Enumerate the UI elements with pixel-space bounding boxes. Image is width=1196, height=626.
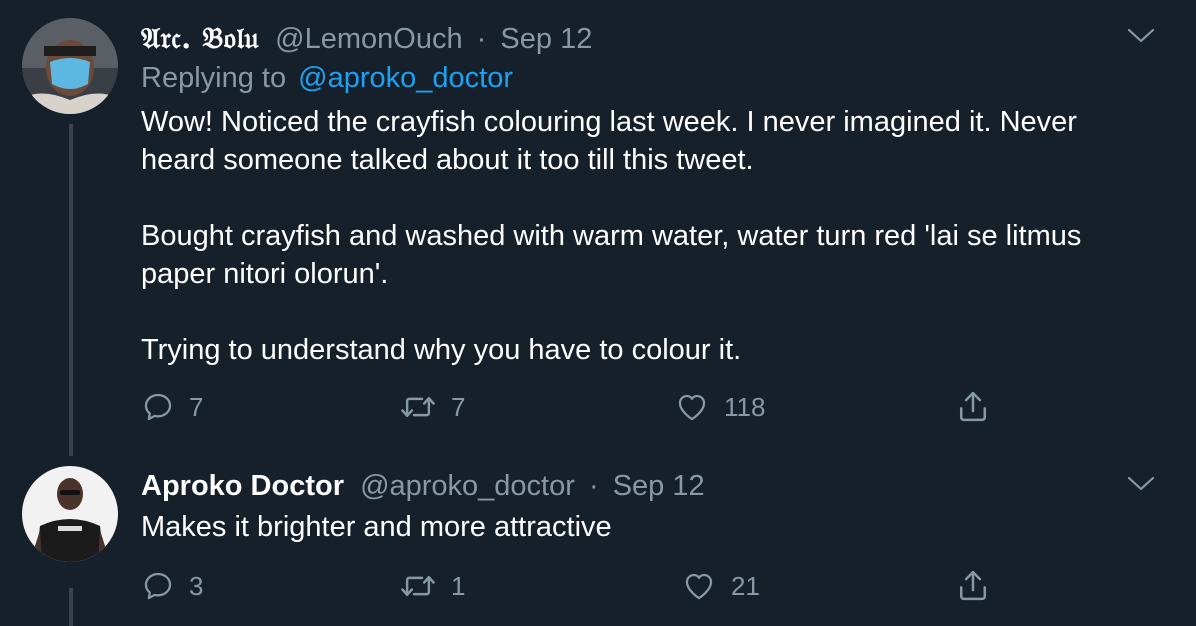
share-icon <box>959 391 987 422</box>
reply-button[interactable]: 7 <box>141 385 203 429</box>
tweet-date[interactable]: Sep 12 <box>613 470 705 502</box>
tweet-lemonouch[interactable]: 𝔄𝔯𝔠. 𝔅𝔬𝔩𝔲 @LemonOuch · Sep 12 Replying t… <box>0 0 1196 460</box>
like-count: 21 <box>731 570 760 601</box>
tweet-header: 𝔄𝔯𝔠. 𝔅𝔬𝔩𝔲 @LemonOuch · Sep 12 <box>141 20 592 57</box>
tweet-header: Aproko Doctor @aproko_doctor · Sep 12 <box>141 468 705 504</box>
reply-icon <box>144 572 172 600</box>
avatar[interactable] <box>22 466 118 562</box>
chevron-down-icon[interactable] <box>1126 474 1156 494</box>
user-handle[interactable]: @LemonOuch <box>275 23 462 55</box>
heart-icon <box>678 394 706 421</box>
like-button[interactable]: 21 <box>681 564 760 608</box>
mention-link[interactable]: @aproko_doctor <box>298 62 513 94</box>
tweet-text-line: Wow! Noticed the crayfish colouring last… <box>141 106 1077 138</box>
tweet-text-line: Trying to understand why you have to col… <box>141 334 742 366</box>
thread-line <box>69 588 73 626</box>
tweet-text-line <box>141 293 1161 331</box>
retweet-count: 1 <box>451 570 466 601</box>
separator: · <box>588 470 599 502</box>
retweet-icon <box>401 575 435 597</box>
separator: · <box>476 23 487 55</box>
action-bar: 7 7 118 <box>141 385 1001 429</box>
tweet-text-line <box>141 179 1161 217</box>
action-bar: 3 1 21 <box>141 564 1001 608</box>
display-name[interactable]: 𝔄𝔯𝔠. 𝔅𝔬𝔩𝔲 <box>141 21 259 55</box>
retweet-button[interactable]: 7 <box>399 385 465 429</box>
thread-line <box>69 124 73 456</box>
heart-icon <box>685 573 713 600</box>
tweet-text-line: Makes it brighter and more attractive <box>141 511 612 543</box>
retweet-icon <box>401 396 435 418</box>
share-button[interactable] <box>956 385 990 429</box>
reply-button[interactable]: 3 <box>141 564 203 608</box>
user-handle[interactable]: @aproko_doctor <box>360 470 575 502</box>
reply-count: 3 <box>189 570 204 601</box>
tweet-text-line: Bought crayfish and washed with warm wat… <box>141 220 1082 252</box>
reply-icon <box>144 393 172 421</box>
reply-count: 7 <box>189 391 204 422</box>
retweet-count: 7 <box>451 391 466 422</box>
like-count: 118 <box>724 391 766 422</box>
share-icon <box>959 570 987 601</box>
like-button[interactable]: 118 <box>674 385 765 429</box>
tweet-aproko-doctor[interactable]: Aproko Doctor @aproko_doctor · Sep 12 Ma… <box>0 460 1196 626</box>
replying-to: Replying to @aproko_doctor <box>141 58 513 98</box>
tweet-text: Wow! Noticed the crayfish colouring last… <box>141 103 1161 369</box>
tweet-text-line: paper nitori olorun'. <box>141 258 389 290</box>
avatar[interactable] <box>22 18 118 114</box>
chevron-down-icon[interactable] <box>1126 26 1156 46</box>
display-name[interactable]: Aproko Doctor <box>141 470 344 502</box>
share-button[interactable] <box>956 564 990 608</box>
tweet-date[interactable]: Sep 12 <box>500 23 592 55</box>
retweet-button[interactable]: 1 <box>399 564 465 608</box>
tweet-text: Makes it brighter and more attractive <box>141 508 1161 546</box>
tweet-text-line: heard someone talked about it too till t… <box>141 144 754 176</box>
replying-prefix: Replying to <box>141 62 287 94</box>
